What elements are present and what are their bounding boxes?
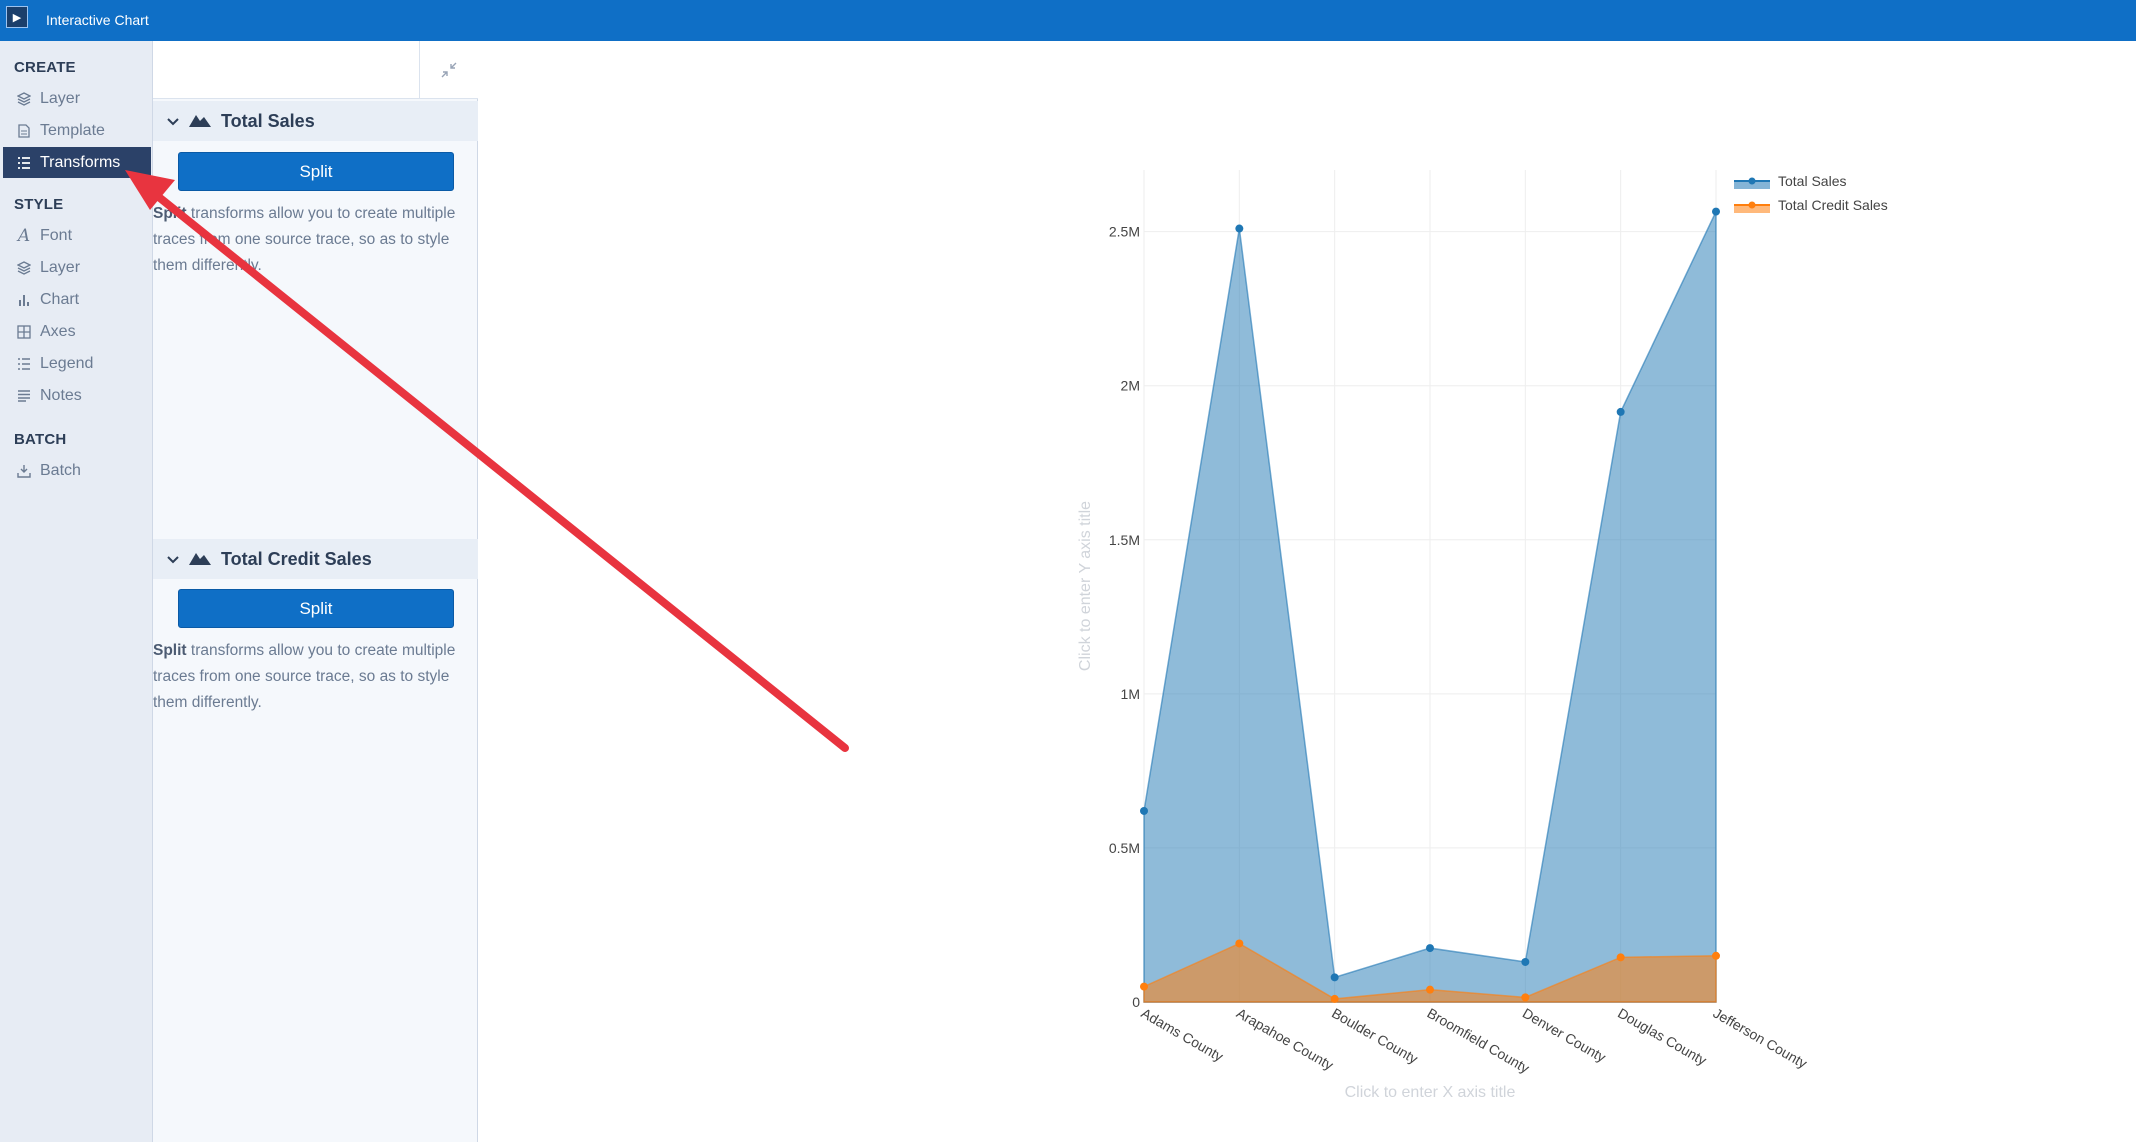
font-icon: A [17,225,31,246]
desc-bold: Split [153,205,187,222]
sidebar-item-label: Batch [40,461,81,479]
desc-bold: Split [153,642,187,659]
sidebar-item-legend[interactable]: Legend [3,348,151,379]
section-header-total-credit-sales[interactable]: Total Credit Sales [153,539,478,579]
section-title: Total Sales [221,110,315,131]
split-button-total-credit-sales[interactable]: Split [178,589,454,628]
sidebar-item-create-layer[interactable]: Layer [3,83,151,114]
bar-chart-icon [15,294,33,306]
total-credit-sales-point [1330,994,1339,1003]
sidebar-item-notes[interactable]: Notes [3,380,151,411]
x-tick-label: Douglas County [1615,1005,1709,1069]
transforms-panel: Total Sales Split Split transforms allow… [153,41,478,1142]
nav-group-batch: BATCH [14,431,67,448]
layers-icon [15,91,33,106]
x-tick-label: Broomfield County [1425,1005,1533,1076]
section-title: Total Credit Sales [221,548,372,569]
desc-text: transforms allow you to create multiple … [153,642,456,711]
list-icon [15,156,33,170]
x-tick-label: Boulder County [1329,1005,1421,1067]
section-header-total-sales[interactable]: Total Sales [153,101,478,141]
legend-marker [1748,177,1756,185]
total-credit-sales-point [1426,985,1434,994]
sidebar-item-label: Notes [40,386,82,404]
batch-icon [15,464,33,478]
chevron-down-icon [167,113,179,129]
sidebar-item-label: Layer [40,258,81,276]
total-credit-sales-point [1521,993,1530,1002]
desc-text: transforms allow you to create multiple … [153,205,456,274]
window-title: Interactive Chart [46,12,149,28]
total-sales-point [1521,957,1530,966]
y-tick-label: 2.5M [1109,224,1140,240]
y-tick-label: 1M [1121,686,1140,702]
notes-icon [15,389,33,402]
collapse-icon [441,62,457,78]
total-sales-point [1712,207,1720,216]
play-icon: ▶ [6,6,28,28]
sidebar-item-font[interactable]: A Font [3,220,151,251]
sidebar-item-axes[interactable]: Axes [3,316,151,347]
x-axis-title-placeholder: Click to enter X axis title [1345,1084,1516,1101]
collapse-panel-button[interactable] [419,41,478,99]
legend-label: Total Sales [1778,173,1846,189]
total-sales-point [1616,407,1625,416]
y-tick-label: 0 [1132,994,1140,1010]
total-sales-point [1330,973,1339,982]
split-description: Split transforms allow you to create mul… [153,638,473,716]
legend-marker [1748,201,1756,209]
total-sales-point [1235,224,1244,233]
total-sales-point [1426,944,1434,953]
total-sales-point [1140,806,1148,815]
sidebar-item-chart[interactable]: Chart [3,284,151,315]
layers-icon [15,260,33,275]
sidebar-item-label: Chart [40,290,80,308]
total-credit-sales-point [1235,939,1244,948]
legend-label: Total Credit Sales [1778,197,1888,213]
grid-icon [15,324,33,339]
sidebar-item-template[interactable]: Template [3,115,151,146]
panel-toolbar [153,41,478,99]
sidebar-item-label: Font [40,226,73,244]
chevron-down-icon [167,551,179,567]
split-description: Split transforms allow you to create mul… [153,201,473,279]
area-chart[interactable]: 0 0.5M 1M 1.5M 2M 2.5M Adams County Arapahoe Co… [1060,150,2120,1110]
sidebar-item-transforms[interactable]: Transforms [3,147,151,178]
total-credit-sales-point [1616,953,1625,962]
sidebar-nav: CREATE Layer Template Transforms STYLE A… [0,41,153,1142]
sidebar-item-label: Template [40,121,105,139]
y-axis-title-placeholder: Click to enter Y axis title [1077,501,1094,671]
x-tick-label: Arapahoe County [1234,1005,1336,1073]
total-credit-sales-point [1140,982,1148,991]
x-tick-label: Jefferson County [1711,1005,1810,1072]
sidebar-item-label: Layer [40,89,81,107]
y-tick-label: 0.5M [1109,840,1140,856]
sidebar-item-style-layer[interactable]: Layer [3,252,151,283]
x-tick-label: Adams County [1139,1005,1227,1065]
x-tick-label: Denver County [1520,1005,1609,1066]
title-bar: ▶ Interactive Chart [0,0,2136,41]
area-trace-icon [189,549,211,570]
sidebar-item-label: Transforms [40,153,121,171]
total-credit-sales-point [1712,951,1720,960]
sidebar-item-label: Axes [40,322,76,340]
document-icon [15,123,33,138]
sidebar-item-batch[interactable]: Batch [3,455,151,486]
sidebar-item-label: Legend [40,354,94,372]
y-tick-label: 1.5M [1109,532,1140,548]
nav-group-create: CREATE [14,59,76,76]
list-icon [15,357,33,371]
split-button-total-sales[interactable]: Split [178,152,454,191]
nav-group-style: STYLE [14,196,64,213]
y-tick-label: 2M [1121,378,1140,394]
area-trace-icon [189,111,211,132]
